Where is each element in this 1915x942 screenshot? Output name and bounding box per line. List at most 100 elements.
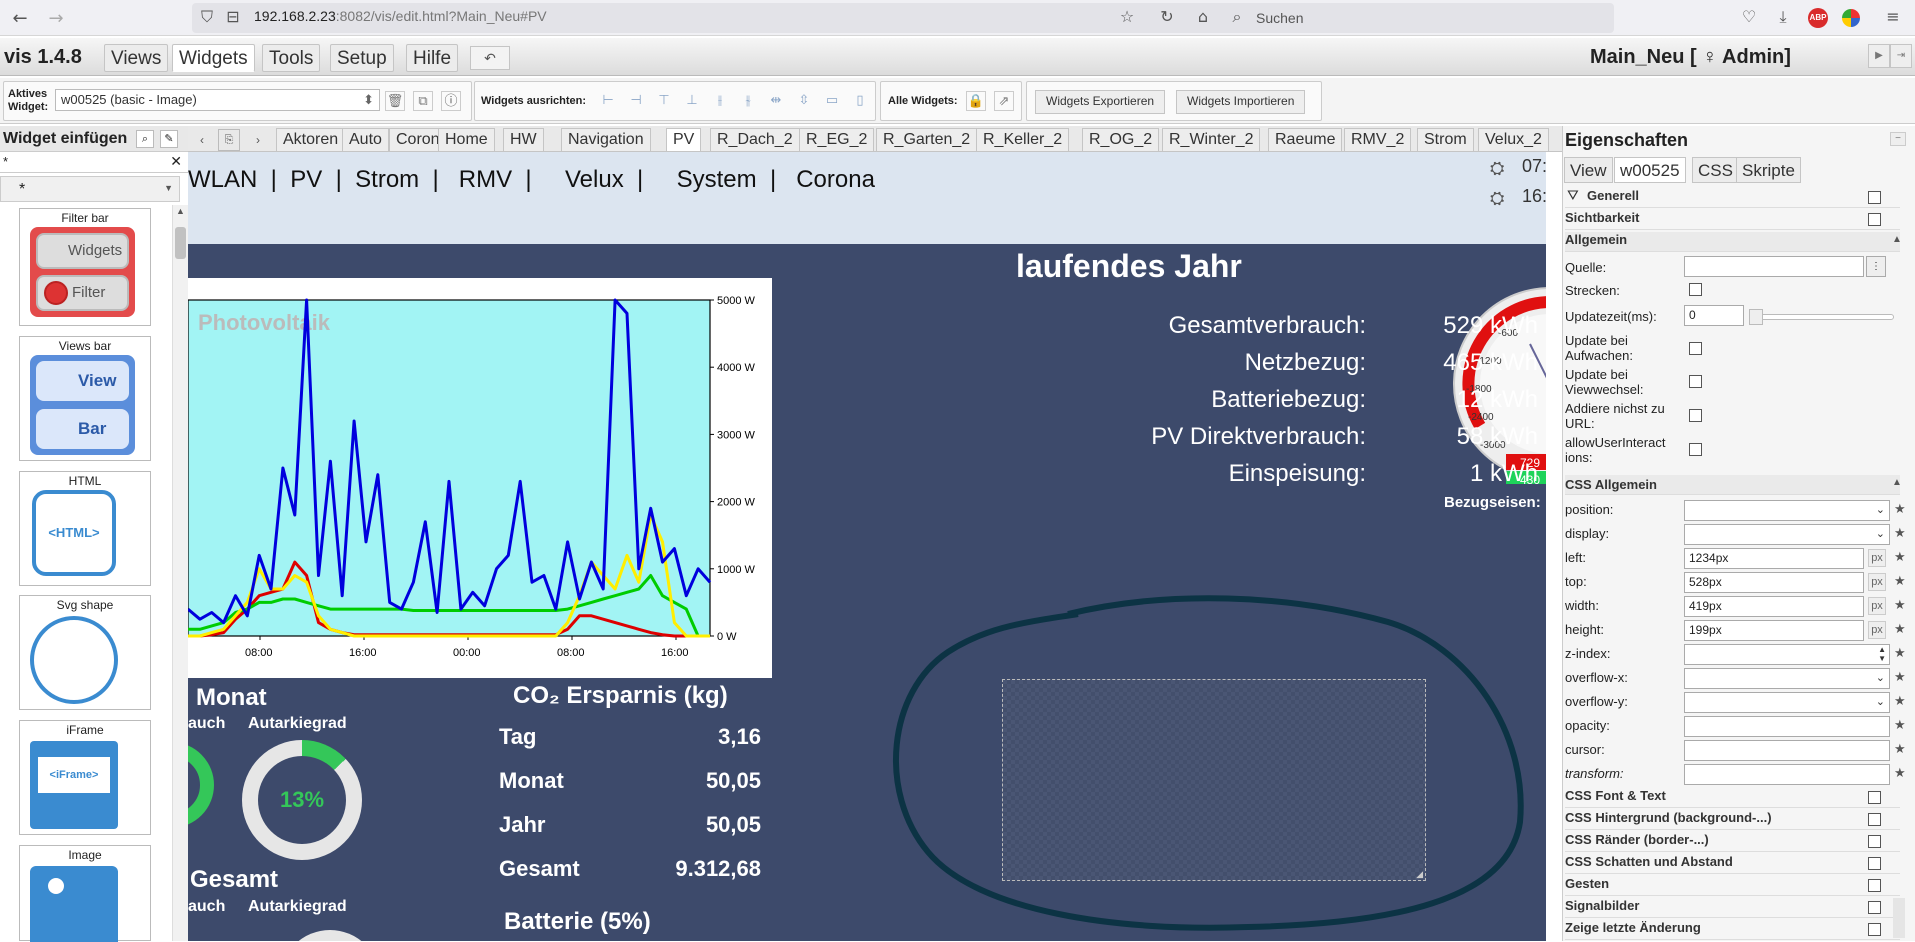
sichtbarkeit-checkbox[interactable] [1868,213,1881,226]
copy-icon[interactable]: ⧉ [413,91,433,111]
menu-hilfe[interactable]: Hilfe [406,44,459,72]
allow-user-interactions-checkbox[interactable] [1689,443,1702,456]
lock-icon[interactable]: 🔒 [966,91,986,111]
star-icon[interactable]: ★ [1894,550,1906,565]
scroll-right-icon[interactable]: › [248,129,268,151]
palette-filter-input[interactable]: * ✕ [0,153,188,173]
external-link-icon[interactable]: ⇗ [994,91,1014,111]
palette-card-svg-shape[interactable]: Svg shape [19,595,151,710]
section-checkbox-4[interactable] [1868,879,1881,892]
star-icon[interactable]: ★ [1894,718,1906,733]
palette-scrollbar[interactable]: ▲ [172,205,188,941]
palette-card-image[interactable]: Image [19,845,151,942]
collapse-allgemein-icon[interactable]: ▲ [1892,234,1902,245]
star-icon[interactable]: ★ [1894,646,1906,661]
css-select-7[interactable]: ⌄ [1684,668,1890,689]
palette-set-select[interactable]: * ▼ [0,176,180,202]
palette-card-filter-bar[interactable]: Filter bar Widgets Filter [19,208,151,326]
browser-search-input[interactable]: Suchen [1216,3,1614,33]
css-input-5[interactable]: 199px [1684,620,1864,641]
back-icon[interactable]: ← [8,8,32,29]
adblock-icon[interactable]: ABP [1808,8,1828,28]
play-icon[interactable]: ▶ [1868,44,1890,68]
section-checkbox-3[interactable] [1868,857,1881,870]
view-tab-r_og_2[interactable]: R_OG_2 [1082,128,1160,152]
css-input-9[interactable] [1684,716,1890,737]
distribute-h-icon[interactable]: ⇹ [766,91,786,111]
section-checkbox-6[interactable] [1868,923,1881,936]
file-browser-icon[interactable]: ⋮ [1866,256,1886,277]
section-checkbox-2[interactable] [1868,835,1881,848]
clear-icon[interactable]: ✕ [170,153,182,170]
pin-icon[interactable]: ✎ [160,130,178,148]
prop-tab-css[interactable]: CSS [1692,157,1739,183]
menu-views[interactable]: Views [104,44,169,72]
prop-tab-widget[interactable]: w00525 [1614,157,1686,183]
update-aufwachen-checkbox[interactable] [1689,342,1702,355]
home-icon[interactable]: ⌂ [1192,7,1214,26]
css-input-6[interactable]: ▲ ▼ [1684,644,1890,665]
section-sichtbarkeit[interactable]: Sichtbarkeit [1565,210,1900,230]
section-0[interactable]: CSS Font & Text [1565,788,1900,808]
updatezeit-input[interactable]: 0 [1684,305,1744,326]
prop-tab-view[interactable]: View [1564,157,1613,183]
section-checkbox-5[interactable] [1868,901,1881,914]
selected-image-widget[interactable]: ◢ [1002,679,1426,881]
star-icon[interactable]: ★ [1894,502,1906,517]
collapse-icon[interactable]: ⇥ [1890,44,1912,68]
star-icon[interactable]: ★ [1894,766,1906,781]
reload-icon[interactable]: ↻ [1156,7,1178,26]
slider-handle[interactable] [1749,309,1763,325]
page-info-icon[interactable]: ⊟ [222,7,244,26]
bookmark-star-icon[interactable]: ☆ [1116,7,1138,26]
menu-widgets[interactable]: Widgets [172,44,255,72]
panel-scrollbar[interactable] [1893,898,1905,938]
star-icon[interactable]: ★ [1894,526,1906,541]
section-3[interactable]: CSS Schatten und Abstand [1565,854,1900,874]
view-tab-aktoren[interactable]: Aktoren [276,128,346,152]
export-widgets-button[interactable]: Widgets Exportieren [1035,90,1166,114]
updatezeit-slider[interactable] [1752,314,1894,320]
section-allgemein[interactable]: Allgemein [1565,232,1900,252]
star-icon[interactable]: ★ [1894,742,1906,757]
star-icon[interactable]: ★ [1894,598,1906,613]
section-checkbox-0[interactable] [1868,791,1881,804]
generell-checkbox[interactable] [1868,191,1881,204]
view-tab-rmv_2[interactable]: RMV_2 [1344,128,1412,152]
view-tab-raeume[interactable]: Raeume [1268,128,1343,152]
download-icon[interactable]: ⤓ [1772,7,1794,27]
css-input-10[interactable] [1684,740,1890,761]
css-input-3[interactable]: 528px [1684,572,1864,593]
extension-icon[interactable] [1842,9,1860,27]
align-center-v-icon[interactable]: ⫲ [710,91,730,111]
delete-icon[interactable]: 🗑 [385,91,405,111]
section-generell[interactable]: Generell [1565,188,1900,208]
panel-collapse-icon[interactable]: − [1890,132,1906,146]
collapse-css-allgemein-icon[interactable]: ▲ [1892,477,1902,488]
info-icon[interactable]: ⓘ [441,91,461,111]
view-tab-r_garten_2[interactable]: R_Garten_2 [876,128,978,152]
section-1[interactable]: CSS Hintergrund (background-...) [1565,810,1900,830]
palette-card-html[interactable]: HTML <HTML> [19,471,151,586]
section-css-allgemein[interactable]: CSS Allgemein [1565,475,1900,495]
pocket-icon[interactable]: ♡ [1738,7,1760,26]
palette-card-views-bar[interactable]: Views bar View Bar [19,336,151,461]
menu-tools[interactable]: Tools [262,44,321,72]
forward-icon[interactable]: → [44,8,68,29]
css-input-4[interactable]: 419px [1684,596,1864,617]
align-left-icon[interactable]: ⊢ [598,91,618,111]
resize-handle-icon[interactable]: ◢ [1416,869,1423,880]
align-bottom-icon[interactable]: ⊥ [682,91,702,111]
same-height-icon[interactable]: ▯ [850,91,870,111]
star-icon[interactable]: ★ [1894,622,1906,637]
top-navigation[interactable]: WLAN | PV | Strom | RMV | Velux | System… [188,166,875,194]
addiere-url-checkbox[interactable] [1689,409,1702,422]
view-tab-r_eg_2[interactable]: R_EG_2 [799,128,875,152]
section-checkbox-1[interactable] [1868,813,1881,826]
view-tab-auto[interactable]: Auto [342,128,389,152]
strecken-checkbox[interactable] [1689,283,1702,296]
section-4[interactable]: Gesten [1565,876,1900,896]
px-unit-button-2[interactable]: px [1868,549,1886,567]
star-icon[interactable]: ★ [1894,574,1906,589]
css-select-0[interactable]: ⌄ [1684,500,1890,521]
